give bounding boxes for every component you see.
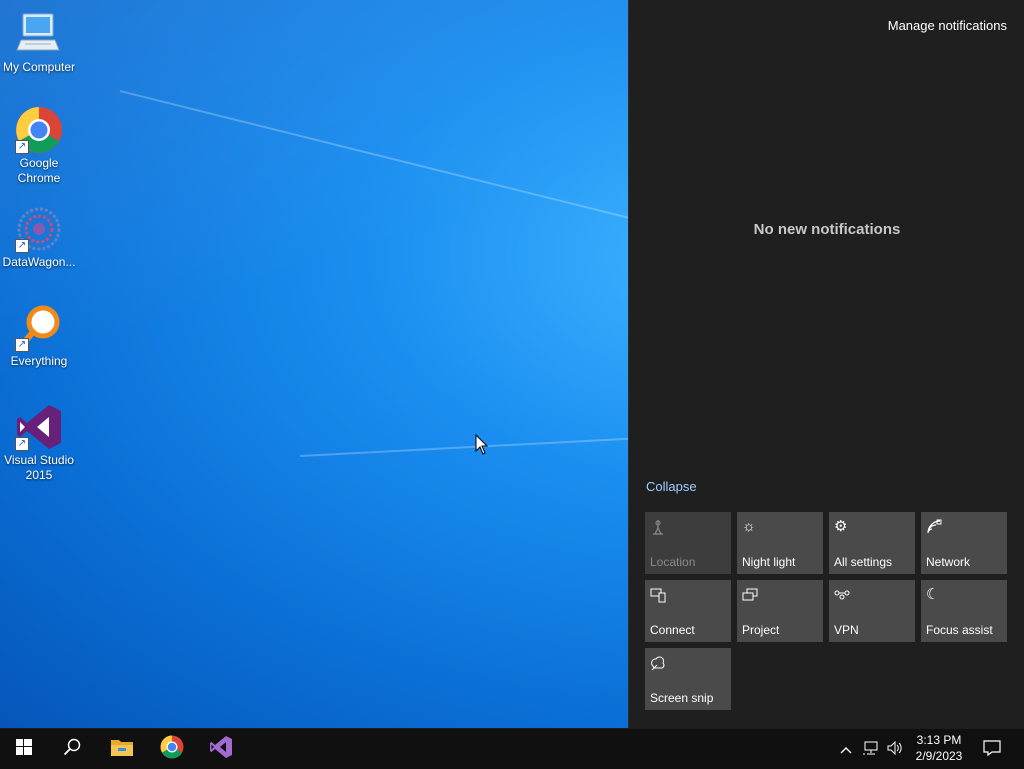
quick-action-label: Screen snip <box>650 691 714 705</box>
taskbar: 3:13 PM 2/9/2023 <box>0 728 1024 769</box>
start-icon <box>16 738 32 760</box>
quick-action-label: Project <box>742 623 780 637</box>
quick-action-network[interactable]: Network <box>921 512 1007 574</box>
quick-action-label: VPN <box>834 623 859 637</box>
desktop-icon-datawagon[interactable]: ↗ DataWagon... <box>0 205 78 270</box>
network-icon <box>926 519 942 535</box>
shortcut-arrow-icon: ↗ <box>15 140 29 154</box>
file-explorer-icon <box>110 737 134 762</box>
screen-snip-icon <box>650 655 666 671</box>
quick-action-label: All settings <box>834 555 893 569</box>
taskbar-clock[interactable]: 3:13 PM 2/9/2023 <box>906 732 972 764</box>
manage-notifications-link[interactable]: Manage notifications <box>888 18 1007 33</box>
quick-action-label: Night light <box>742 555 796 569</box>
taskbar-search-button[interactable] <box>48 729 96 769</box>
desktop-icon-visual-studio[interactable]: ↗ Visual Studio 2015 <box>0 403 78 483</box>
show-hidden-icons-button[interactable] <box>836 729 856 769</box>
quick-action-label: Network <box>926 555 971 569</box>
network-icon <box>863 741 879 758</box>
night-light-icon: ☼ <box>742 518 756 535</box>
action-center-button[interactable] <box>976 729 1008 769</box>
wallpaper-light-beam <box>119 90 664 228</box>
quick-action-label: Location <box>650 555 696 569</box>
clock-time: 3:13 PM <box>916 733 962 747</box>
shortcut-arrow-icon: ↗ <box>15 437 29 451</box>
shortcut-arrow-icon: ↗ <box>15 338 29 352</box>
wallpaper-light-beam <box>299 437 640 457</box>
notification-icon <box>983 739 1001 759</box>
datawagon-icon: ↗ <box>15 205 63 253</box>
connect-icon <box>650 587 666 603</box>
tray-volume-button[interactable] <box>884 729 906 769</box>
quick-action-label: Focus assist <box>926 623 993 637</box>
location-icon <box>650 519 666 535</box>
gear-icon: ⚙ <box>834 518 848 535</box>
search-icon <box>63 738 81 761</box>
quick-action-all-settings[interactable]: ⚙ All settings <box>829 512 915 574</box>
desktop-icon-label: DataWagon... <box>2 255 76 269</box>
quick-action-focus-assist[interactable]: ☾ Focus assist <box>921 580 1007 642</box>
empty-notifications-message: No new notifications <box>753 221 901 238</box>
desktop-icon-label: Visual Studio 2015 <box>4 453 74 482</box>
collapse-quick-actions-link[interactable]: Collapse <box>646 479 697 494</box>
taskbar-file-explorer[interactable] <box>98 729 146 769</box>
desktop-icon-my-computer[interactable]: My Computer <box>0 10 78 75</box>
desktop-icon-label: My Computer <box>2 60 76 74</box>
chrome-icon: ↗ <box>15 106 63 154</box>
chrome-icon <box>160 735 184 764</box>
quick-action-location[interactable]: Location <box>645 512 731 574</box>
quick-action-project[interactable]: Project <box>737 580 823 642</box>
start-button[interactable] <box>0 729 48 769</box>
desktop-icon-everything[interactable]: ↗ Everything <box>0 304 78 369</box>
taskbar-chrome[interactable] <box>148 729 196 769</box>
mouse-cursor-icon <box>475 433 489 461</box>
clock-date: 2/9/2023 <box>915 749 963 763</box>
volume-icon <box>887 740 903 758</box>
quick-action-vpn[interactable]: VPN <box>829 580 915 642</box>
moon-icon: ☾ <box>926 586 940 603</box>
visual-studio-icon: ↗ <box>15 403 63 451</box>
desktop-icon-label: Google Chrome <box>17 156 61 185</box>
chevron-up-icon <box>840 742 852 757</box>
quick-action-label: Connect <box>650 623 695 637</box>
tray-network-button[interactable] <box>860 729 882 769</box>
shortcut-arrow-icon: ↗ <box>15 239 29 253</box>
project-icon <box>742 587 758 603</box>
quick-action-screen-snip[interactable]: Screen snip <box>645 648 731 710</box>
action-center-panel: Manage notifications No new notification… <box>628 0 1024 728</box>
vpn-icon <box>834 587 850 603</box>
computer-icon <box>15 10 63 58</box>
desktop-icon-google-chrome[interactable]: ↗ Google Chrome <box>0 106 78 186</box>
quick-action-connect[interactable]: Connect <box>645 580 731 642</box>
everything-search-icon: ↗ <box>15 304 63 352</box>
desktop-icon-label: Everything <box>10 354 68 368</box>
taskbar-visual-studio[interactable] <box>197 729 245 769</box>
visual-studio-icon <box>209 735 233 764</box>
quick-action-night-light[interactable]: ☼ Night light <box>737 512 823 574</box>
